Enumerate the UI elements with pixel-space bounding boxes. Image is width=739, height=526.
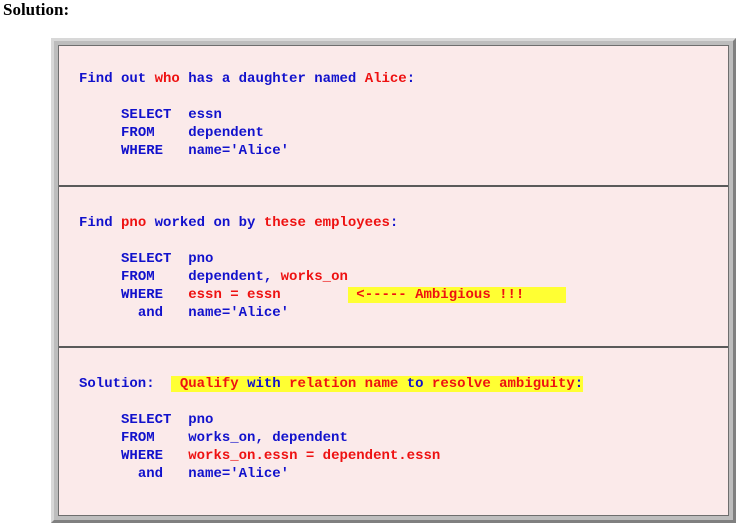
section3-select-keyword: SELECT	[121, 412, 172, 428]
section3-and-value: name='Alice'	[188, 466, 290, 482]
section3-from-keyword: FROM	[121, 430, 155, 446]
section2-where-keyword: WHERE	[121, 287, 164, 303]
solution-hl-6: :	[574, 376, 584, 392]
section3-query: Solution: Qualify with relation name to …	[79, 375, 584, 483]
section2-from-value-highlight: works_on	[280, 269, 348, 285]
section3-and-keyword: and	[137, 466, 164, 482]
section2-from-value: dependent,	[188, 269, 281, 285]
section1-select-value: essn	[188, 107, 222, 123]
section1-intro-4: Alice	[364, 71, 407, 87]
section1-where-value: name='Alice'	[188, 143, 290, 159]
page-heading: Solution:	[3, 0, 70, 19]
solution-hl-5: resolve ambiguity	[423, 376, 575, 392]
section2-intro-3: worked on by	[146, 215, 264, 231]
section1-query: Find out who has a daughter named Alice:…	[79, 70, 415, 160]
section1-where-keyword: WHERE	[121, 143, 164, 159]
section3-where-value: works_on.essn = dependent.essn	[188, 448, 441, 464]
section3-where-keyword: WHERE	[121, 448, 164, 464]
example-panel: Find out who has a daughter named Alice:…	[51, 38, 736, 523]
section2-where-value: essn = essn	[188, 287, 281, 303]
example-panel-inner: Find out who has a daughter named Alice:…	[58, 45, 729, 516]
section3-select-value: pno	[188, 412, 214, 428]
section1-intro-2: who	[154, 71, 180, 87]
section1-from-keyword: FROM	[121, 125, 155, 141]
section2-select-keyword: SELECT	[121, 251, 172, 267]
section2-intro-2: pno	[121, 215, 147, 231]
section2-from-keyword: FROM	[121, 269, 155, 285]
section2-select-value: pno	[188, 251, 214, 267]
solution-hl-1: Qualify	[171, 376, 248, 392]
ambiguous-annotation: <----- Ambigious !!!	[347, 287, 567, 303]
solution-highlight: Qualify with relation name to resolve am…	[171, 376, 584, 392]
section1-intro-3: has a daughter named	[179, 71, 365, 87]
section2-and-keyword: and	[137, 305, 164, 321]
section1-select-keyword: SELECT	[121, 107, 172, 123]
section1-intro-5: :	[406, 71, 416, 87]
section2-query: Find pno worked on by these employees: S…	[79, 214, 567, 322]
section-divider-1	[59, 185, 728, 187]
section2-intro-4: these employees	[263, 215, 390, 231]
section3-label: Solution:	[79, 376, 155, 392]
section1-intro-1: Find out	[79, 71, 155, 87]
section2-intro-1: Find	[79, 215, 122, 231]
section3-from-value: works_on, dependent	[188, 430, 348, 446]
section1-from-value: dependent	[188, 125, 264, 141]
solution-hl-2: with	[247, 376, 281, 392]
section2-and-value: name='Alice'	[188, 305, 290, 321]
solution-hl-3: relation name	[280, 376, 407, 392]
section-divider-2	[59, 346, 728, 348]
section2-intro-5: :	[389, 215, 399, 231]
solution-hl-4: to	[406, 376, 424, 392]
